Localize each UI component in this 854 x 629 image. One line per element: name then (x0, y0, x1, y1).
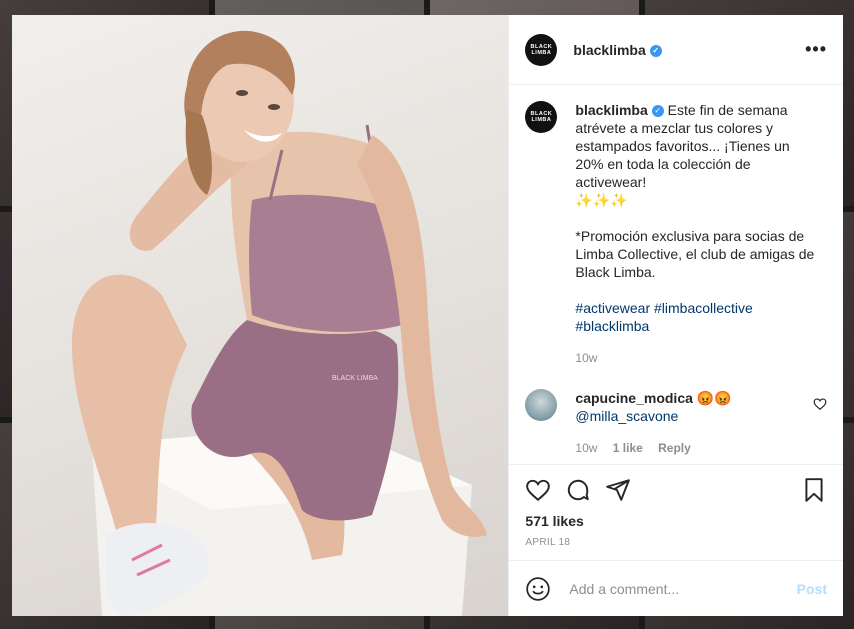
emoji-picker-icon[interactable] (525, 576, 551, 602)
post-side-panel: BLACK LIMBA blacklimba ✓ ••• BLACK LIMBA … (508, 15, 843, 616)
comment-row: capucine_modica 😡😡 @milla_scavone 10w 1 … (525, 389, 827, 457)
post-date[interactable]: APRIL 18 (525, 537, 827, 548)
logo-text-bottom: LIMBA (531, 117, 552, 123)
action-icons (525, 475, 827, 505)
post-comment-button[interactable]: Post (797, 581, 827, 597)
caption-meta: 10w (575, 349, 819, 367)
commenter-avatar[interactable] (525, 389, 558, 421)
post-header: BLACK LIMBA blacklimba ✓ ••• (509, 15, 843, 85)
comment-like-heart-icon[interactable] (813, 397, 827, 411)
angry-emoji: 😡😡 (696, 390, 732, 406)
comment-bubble-icon[interactable] (565, 477, 591, 503)
header-username-text[interactable]: blacklimba (573, 42, 645, 58)
header-username[interactable]: blacklimba ✓ (573, 42, 662, 58)
caption-avatar[interactable]: BLACK LIMBA (525, 101, 558, 133)
comment-meta: 10w 1 like Reply (575, 439, 795, 457)
share-send-icon[interactable] (605, 477, 631, 503)
actions-section: 571 likes APRIL 18 (509, 464, 843, 560)
comment-time[interactable]: 10w (575, 441, 597, 455)
likes-count[interactable]: 571 likes (525, 513, 827, 529)
sparkles-emoji: ✨✨✨ (575, 192, 628, 208)
post-photo[interactable]: BLACK LIMBA (12, 15, 509, 616)
comment-reply-button[interactable]: Reply (658, 441, 691, 455)
hashtag-limbacollective[interactable]: #limbacollective (654, 300, 753, 316)
add-comment-input[interactable] (567, 579, 797, 598)
post-image: BLACK LIMBA (72, 30, 487, 616)
account-avatar[interactable]: BLACK LIMBA (525, 33, 558, 66)
caption-text-2: *Promoción exclusiva para socias de Limb… (575, 228, 815, 280)
caption-body: blacklimba ✓ Este fin de semana atrévete … (575, 101, 819, 367)
comment-body: capucine_modica 😡😡 @milla_scavone 10w 1 … (575, 389, 795, 457)
comment-likes[interactable]: 1 like (613, 441, 643, 455)
like-heart-icon[interactable] (525, 477, 551, 503)
caption-row: BLACK LIMBA blacklimba ✓ Este fin de sema… (525, 101, 827, 367)
caption-username[interactable]: blacklimba (575, 102, 647, 118)
verified-badge-icon: ✓ (651, 105, 664, 118)
caption-time[interactable]: 10w (575, 351, 597, 365)
logo-text-bottom: LIMBA (531, 49, 552, 56)
post-modal: BLACK LIMBA BLACK LIMBA blacklimba ✓ •••… (12, 15, 843, 616)
save-bookmark-icon[interactable] (801, 477, 827, 503)
verified-badge-icon: ✓ (649, 44, 662, 57)
shorts-logo: BLACK LIMBA (332, 375, 378, 382)
comment-mention[interactable]: @milla_scavone (575, 408, 678, 424)
hashtag-activewear[interactable]: #activewear (575, 300, 650, 316)
hashtag-blacklimba[interactable]: #blacklimba (575, 318, 649, 334)
more-options-icon[interactable]: ••• (805, 39, 827, 60)
comment-username[interactable]: capucine_modica (575, 390, 693, 406)
add-comment-bar: Post (509, 560, 843, 616)
comments-section[interactable]: BLACK LIMBA blacklimba ✓ Este fin de sema… (509, 85, 843, 464)
